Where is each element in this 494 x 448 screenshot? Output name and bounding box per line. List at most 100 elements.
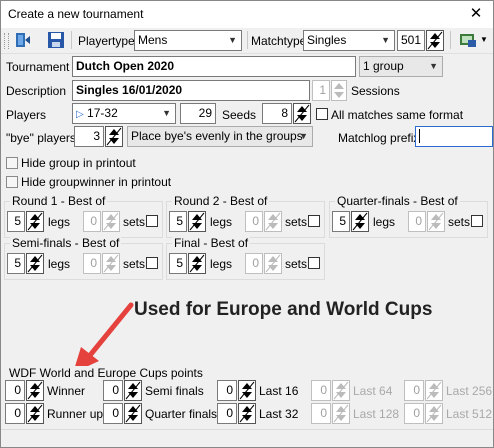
score-input[interactable]: 501 (397, 30, 425, 51)
points-input[interactable]: 0 (404, 380, 424, 401)
options-icon[interactable] (459, 32, 477, 48)
sets-spinner[interactable] (264, 211, 282, 232)
playertype-select[interactable]: Mens ▼ (134, 30, 242, 51)
points-input[interactable]: 0 (103, 403, 123, 424)
toolbar: Playertype Mens ▼ Matchtype Singles ▼ 50… (1, 28, 493, 54)
points-spinner[interactable] (26, 380, 44, 401)
points-spinner[interactable] (124, 380, 142, 401)
legs-input[interactable]: 5 (7, 211, 25, 232)
window-title: Create a new tournament (8, 7, 144, 21)
legs-label: legs (210, 215, 233, 229)
exit-icon[interactable] (13, 31, 31, 49)
hide-group-checkbox[interactable] (6, 157, 18, 169)
legs-input[interactable]: 5 (169, 211, 187, 232)
points-item: 0 Last 256 (404, 380, 493, 401)
sets-input[interactable]: 0 (408, 211, 426, 232)
points-input[interactable]: 0 (311, 403, 331, 424)
legs-spinner[interactable] (351, 211, 369, 232)
tournament-name-input[interactable]: Dutch Open 2020 (72, 56, 356, 77)
points-item: 0 Last 16 (217, 380, 313, 401)
description-input[interactable]: Singles 16/01/2020 (72, 80, 310, 101)
sets-input[interactable]: 0 (83, 253, 101, 274)
chevron-down-icon: ▼ (162, 108, 171, 118)
sets-checkbox[interactable] (146, 215, 158, 227)
legs-spinner[interactable] (188, 211, 206, 232)
seeds-input[interactable]: 8 (262, 103, 292, 124)
sets-spinner[interactable] (102, 253, 120, 274)
same-format-checkbox[interactable] (316, 108, 328, 120)
players-range-select[interactable]: ▷ 17-32 ▼ (72, 103, 176, 124)
spin-arrows-icon (239, 381, 255, 400)
bye-players-input[interactable]: 3 (74, 126, 104, 147)
seeds-spinner[interactable] (293, 103, 311, 124)
round-title: Semi-finals - Best of (10, 236, 122, 250)
points-item: 0 Last 128 (311, 403, 407, 424)
matchlog-prefix-input[interactable] (415, 126, 493, 147)
legs-input[interactable]: 5 (169, 253, 187, 274)
spin-arrows-icon (426, 404, 442, 423)
matchtype-select[interactable]: Singles ▼ (303, 30, 395, 51)
sets-spinner[interactable] (102, 211, 120, 232)
points-spinner[interactable] (238, 380, 256, 401)
sets-checkbox[interactable] (146, 257, 158, 269)
chevron-down-icon: ▼ (429, 61, 438, 71)
status-bar (1, 429, 493, 447)
points-item: 0 Quarter finals (103, 403, 217, 424)
points-spinner[interactable] (425, 403, 443, 424)
sets-checkbox[interactable] (308, 215, 320, 227)
close-icon[interactable]: ✕ (465, 3, 487, 25)
points-input[interactable]: 0 (5, 403, 25, 424)
sessions-input[interactable]: 1 (312, 80, 330, 101)
spin-arrows-icon (239, 404, 255, 423)
points-input[interactable]: 0 (311, 380, 331, 401)
legs-spinner[interactable] (188, 253, 206, 274)
points-spinner[interactable] (26, 403, 44, 424)
bye-players-spinner[interactable] (105, 126, 123, 147)
points-input[interactable]: 0 (404, 403, 424, 424)
points-item: 0 Last 512 (404, 403, 493, 424)
points-spinner[interactable] (332, 403, 350, 424)
sets-input[interactable]: 0 (245, 211, 263, 232)
sets-label: sets (448, 215, 471, 229)
spin-arrows-icon (265, 212, 281, 231)
points-spinner[interactable] (238, 403, 256, 424)
points-spinner[interactable] (332, 380, 350, 401)
legs-input[interactable]: 5 (7, 253, 25, 274)
toolbar-grip (4, 33, 9, 49)
legs-spinner[interactable] (26, 253, 44, 274)
sets-checkbox[interactable] (308, 257, 320, 269)
sessions-spinner[interactable] (331, 80, 347, 101)
legs-input[interactable]: 5 (332, 211, 350, 232)
spin-arrows-icon (352, 212, 368, 231)
groups-select[interactable]: 1 group ▼ (359, 56, 443, 77)
bye-mode-select[interactable]: Place bye's evenly in the groups ▼ (127, 126, 313, 147)
sets-spinner[interactable] (427, 211, 445, 232)
bye-players-label: "bye" players (6, 131, 76, 145)
players-label: Players (6, 108, 47, 122)
points-title: WDF World and Europe Cups points (7, 366, 205, 380)
score-spinner[interactable] (426, 30, 444, 51)
points-input[interactable]: 0 (217, 403, 237, 424)
points-input[interactable]: 0 (103, 380, 123, 401)
round-group: Semi-finals - Best of 5 legs 0 sets (4, 236, 163, 280)
legs-spinner[interactable] (26, 211, 44, 232)
points-spinner[interactable] (425, 380, 443, 401)
sets-input[interactable]: 0 (245, 253, 263, 274)
sets-checkbox[interactable] (471, 215, 483, 227)
chevron-down-icon: ▼ (228, 35, 237, 45)
players-count-input[interactable]: 29 (180, 103, 216, 124)
points-spinner[interactable] (124, 403, 142, 424)
players-range-value: 17-32 (87, 106, 118, 120)
save-icon[interactable] (47, 31, 65, 49)
sets-spinner[interactable] (264, 253, 282, 274)
hide-groupwinner-label: Hide groupwinner in printout (21, 175, 172, 189)
legs-label: legs (210, 257, 233, 271)
points-input[interactable]: 0 (217, 380, 237, 401)
hide-group-label: Hide group in printout (21, 156, 136, 170)
points-label: Last 256 (446, 384, 493, 398)
points-input[interactable]: 0 (5, 380, 25, 401)
sets-input[interactable]: 0 (83, 211, 101, 232)
chevron-down-icon[interactable]: ▼ (480, 35, 488, 44)
round-group: Final - Best of 5 legs 0 sets (166, 236, 325, 280)
hide-groupwinner-checkbox[interactable] (6, 176, 18, 188)
